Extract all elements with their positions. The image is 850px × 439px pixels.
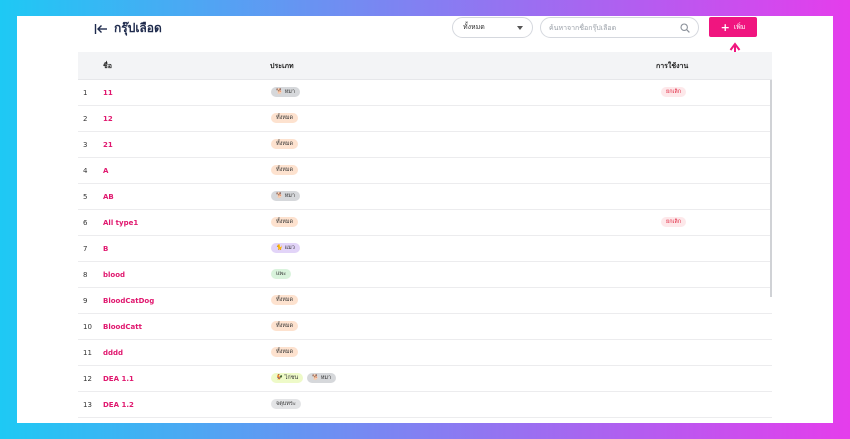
blood-group-table: ชื่อ ประเภท การใช้งาน 1 11 🐕 หมา ยกเลิก 2 12 ท…: [78, 52, 772, 423]
column-header-name: ชื่อ: [103, 62, 112, 70]
type-tags: ทั้งหมด: [271, 347, 299, 357]
type-tags: ทั้งหมด: [271, 139, 299, 149]
blood-group-name-link[interactable]: All type1: [103, 219, 138, 227]
type-tag: แพะ: [271, 269, 292, 279]
table-row[interactable]: 8 blood แพะ: [78, 262, 772, 288]
table-row[interactable]: 10 BloodCatt ทั้งหมด: [78, 314, 772, 340]
column-header-type: ประเภท: [270, 62, 294, 70]
table-row[interactable]: 7 B 🐈 แมว: [78, 236, 772, 262]
row-number: 2: [83, 115, 88, 123]
row-number: 6: [83, 219, 88, 227]
table-row[interactable]: 6 All type1 ทั้งหมด ยกเลิก: [78, 210, 772, 236]
type-tag: 🐕 หมา: [307, 373, 337, 383]
search-input[interactable]: [549, 21, 675, 35]
table-header: ชื่อ ประเภท การใช้งาน: [78, 52, 772, 80]
type-tag: ทั้งหมด: [271, 295, 299, 305]
type-tag: ทั้งหมด: [271, 165, 299, 175]
blood-group-name-link[interactable]: blood: [103, 271, 125, 279]
type-tags: ทั้งหมด: [271, 321, 299, 331]
type-tag: ทั้งหมด: [271, 217, 299, 227]
column-header-usage: การใช้งาน: [656, 62, 689, 70]
plus-icon: +: [720, 20, 730, 34]
row-number: 5: [83, 193, 88, 201]
table-row[interactable]: 11 dddd ทั้งหมด: [78, 340, 772, 366]
type-tag: 🐕 หมา: [271, 87, 300, 97]
table-row[interactable]: 3 21 ทั้งหมด: [78, 132, 772, 158]
blood-group-name-link[interactable]: 21: [103, 141, 113, 149]
table-scrollbar[interactable]: [770, 80, 772, 297]
type-tags: 🐈 แมว: [271, 243, 300, 253]
type-tags: แพะ: [271, 269, 292, 279]
blood-group-name-link[interactable]: DEA 1.1: [103, 375, 134, 383]
table-row[interactable]: 13 DEA 1.2 จตุบทระ: [78, 392, 772, 418]
table-row[interactable]: 2 12 ทั้งหมด: [78, 106, 772, 132]
type-tags: จตุบทระ: [271, 399, 301, 409]
add-button-label: เพิ่ม: [733, 22, 746, 31]
type-tags: ทั้งหมด: [271, 113, 299, 123]
caret-down-icon: [517, 26, 523, 30]
blood-group-name-link[interactable]: B: [103, 245, 108, 253]
blood-group-name-link[interactable]: 12: [103, 115, 113, 123]
type-tags: 🐓 ไก่ชน 🐕 หมา: [271, 373, 337, 383]
table-row[interactable]: 5 AB 🐕 หมา: [78, 184, 772, 210]
row-number: 13: [83, 401, 92, 409]
row-number: 8: [83, 271, 88, 279]
page-title: กรุ๊ปเลือด: [114, 21, 162, 35]
row-number: 10: [83, 323, 92, 331]
page-header: กรุ๊ปเลือด ทั้งหมด + เพิ่ม: [17, 16, 833, 52]
blood-group-name-link[interactable]: BloodCatt: [103, 323, 142, 331]
blood-group-name-link[interactable]: 11: [103, 89, 113, 97]
type-tag: 🐈 แมว: [271, 243, 300, 253]
blood-group-name-link[interactable]: A: [103, 167, 108, 175]
type-filter-select[interactable]: ทั้งหมด: [452, 17, 533, 38]
blood-group-name-link[interactable]: DEA 1.2: [103, 401, 134, 409]
type-tag: 🐕 หมา: [271, 191, 300, 201]
type-tags: ทั้งหมด: [271, 295, 299, 305]
row-number: 12: [83, 375, 92, 383]
row-number: 4: [83, 167, 88, 175]
usage-status-badge: ยกเลิก: [661, 87, 687, 97]
type-tags: 🐕 หมา: [271, 87, 300, 97]
type-tag: ทั้งหมด: [271, 321, 299, 331]
type-tags: 🐕 หมา: [271, 191, 300, 201]
blood-group-name-link[interactable]: BloodCatDog: [103, 297, 154, 305]
arrow-left-bar-icon: [94, 24, 107, 34]
row-number: 3: [83, 141, 88, 149]
type-tag: 🐓 ไก่ชน: [271, 373, 304, 383]
back-button[interactable]: [93, 21, 109, 37]
type-tag: ทั้งหมด: [271, 347, 299, 357]
type-tag: ทั้งหมด: [271, 139, 299, 149]
blood-group-name-link[interactable]: dddd: [103, 349, 123, 357]
type-tags: ทั้งหมด: [271, 217, 299, 227]
usage-status-badge: ยกเลิก: [661, 217, 687, 227]
table-row[interactable]: 9 BloodCatDog ทั้งหมด: [78, 288, 772, 314]
add-button[interactable]: + เพิ่ม: [709, 17, 757, 37]
search-icon[interactable]: [680, 23, 690, 33]
type-tag: จตุบทระ: [271, 399, 301, 409]
search-box[interactable]: [540, 17, 699, 38]
row-number: 1: [83, 89, 88, 97]
blood-group-name-link[interactable]: AB: [103, 193, 114, 201]
table-row[interactable]: 4 A ทั้งหมด: [78, 158, 772, 184]
app-frame: กรุ๊ปเลือด ทั้งหมด + เพิ่ม ชื่อ ประเภท ก…: [17, 16, 833, 423]
table-row[interactable]: 1 11 🐕 หมา ยกเลิก: [78, 80, 772, 106]
type-tag: ทั้งหมด: [271, 113, 299, 123]
filter-value: ทั้งหมด: [463, 23, 485, 31]
row-number: 7: [83, 245, 88, 253]
table-row[interactable]: 12 DEA 1.1 🐓 ไก่ชน 🐕 หมา: [78, 366, 772, 392]
type-tags: ทั้งหมด: [271, 165, 299, 175]
row-number: 9: [83, 297, 88, 305]
table-body: 1 11 🐕 หมา ยกเลิก 2 12 ทั้งหมด 3 21 ทั้งหมด 4 A ทั้ง…: [78, 80, 772, 418]
row-number: 11: [83, 349, 92, 357]
